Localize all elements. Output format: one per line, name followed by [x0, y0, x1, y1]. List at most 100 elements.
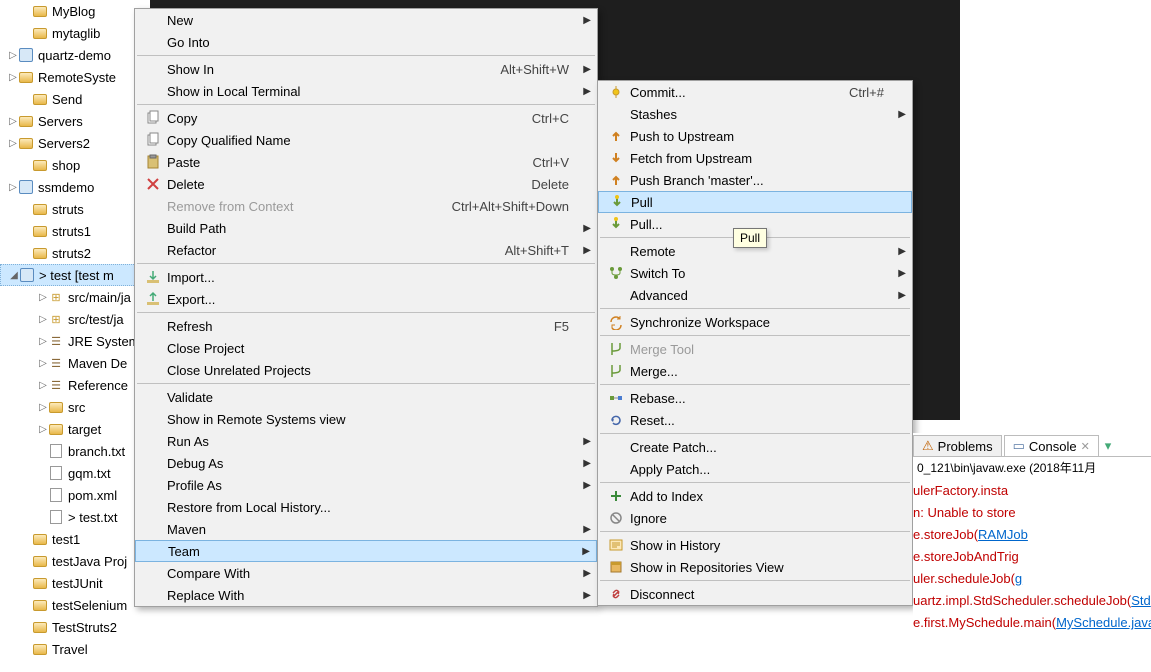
menu-item-show-in-history[interactable]: Show in History [598, 534, 912, 556]
tree-item[interactable]: Travel [0, 638, 140, 660]
tree-item[interactable]: struts1 [0, 220, 140, 242]
console-output[interactable]: ulerFactory.instan: Unable to storee.sto… [913, 478, 1151, 636]
tree-item[interactable]: ▷RemoteSyste [0, 66, 140, 88]
menu-item-push-branch-master[interactable]: Push Branch 'master'... [598, 169, 912, 191]
menu-item-push-to-upstream[interactable]: Push to Upstream [598, 125, 912, 147]
menu-item-maven[interactable]: Maven▶ [135, 518, 597, 540]
menu-separator [137, 383, 595, 384]
context-menu-main[interactable]: New▶Go Into Show InAlt+Shift+W▶Show in Lo… [134, 8, 598, 607]
tree-item[interactable]: test1 [0, 528, 140, 550]
context-submenu-team[interactable]: Commit...Ctrl+#Stashes▶Push to UpstreamF… [597, 80, 913, 606]
expand-arrow-icon[interactable]: ▷ [38, 314, 48, 325]
tree-item[interactable]: shop [0, 154, 140, 176]
expand-arrow-icon[interactable]: ▷ [8, 72, 18, 83]
tree-item[interactable]: ▷target [0, 418, 140, 440]
tree-item[interactable]: testJava Proj [0, 550, 140, 572]
menu-item-debug-as[interactable]: Debug As▶ [135, 452, 597, 474]
tree-item[interactable]: ▷Servers2 [0, 132, 140, 154]
menu-item-ignore[interactable]: Ignore [598, 507, 912, 529]
menu-item-go-into[interactable]: Go Into [135, 31, 597, 53]
tab-problems[interactable]: ⚠ Problems [913, 435, 1002, 456]
tree-item[interactable]: MyBlog [0, 0, 140, 22]
tree-item[interactable]: mytaglib [0, 22, 140, 44]
tree-item[interactable]: ▷src [0, 396, 140, 418]
expand-arrow-icon[interactable]: ▷ [38, 380, 48, 391]
view-menu-icon[interactable]: ▾ [1101, 436, 1116, 456]
menu-item-stashes[interactable]: Stashes▶ [598, 103, 912, 125]
menu-item-synchronize-workspace[interactable]: Synchronize Workspace [598, 311, 912, 333]
menu-item-validate[interactable]: Validate [135, 386, 597, 408]
expand-arrow-icon[interactable]: ▷ [38, 402, 48, 413]
tree-item[interactable]: ▷☰JRE System [0, 330, 140, 352]
menu-item-replace-with[interactable]: Replace With▶ [135, 584, 597, 606]
menu-item-refactor[interactable]: RefactorAlt+Shift+T▶ [135, 239, 597, 261]
tree-item[interactable]: ▷☰Maven De [0, 352, 140, 374]
expand-arrow-icon[interactable]: ▷ [8, 116, 18, 127]
menu-item-show-in-repositories-view[interactable]: Show in Repositories View [598, 556, 912, 578]
tree-item[interactable]: struts2 [0, 242, 140, 264]
menu-item-profile-as[interactable]: Profile As▶ [135, 474, 597, 496]
close-icon[interactable]: ✕ [1081, 440, 1090, 453]
tree-item[interactable]: branch.txt [0, 440, 140, 462]
menu-item-import[interactable]: Import... [135, 266, 597, 288]
merge-icon [602, 363, 630, 379]
menu-item-pull[interactable]: Pull [598, 191, 912, 213]
project-explorer[interactable]: MyBlogmytaglib▷quartz-demo▷RemoteSysteSe… [0, 0, 140, 660]
menu-item-rebase[interactable]: Rebase... [598, 387, 912, 409]
menu-item-label: Remove from Context [167, 199, 452, 214]
menu-item-label: Paste [167, 155, 533, 170]
menu-item-switch-to[interactable]: Switch To▶ [598, 262, 912, 284]
menu-item-delete[interactable]: DeleteDelete [135, 173, 597, 195]
tree-item[interactable]: gqm.txt [0, 462, 140, 484]
tree-item[interactable]: testSelenium [0, 594, 140, 616]
menu-item-copy[interactable]: CopyCtrl+C [135, 107, 597, 129]
menu-item-add-to-index[interactable]: Add to Index [598, 485, 912, 507]
tree-item[interactable]: TestStruts2 [0, 616, 140, 638]
menu-item-close-project[interactable]: Close Project [135, 337, 597, 359]
expand-arrow-icon[interactable]: ▷ [8, 138, 18, 149]
menu-item-copy-qualified-name[interactable]: Copy Qualified Name [135, 129, 597, 151]
menu-item-paste[interactable]: PasteCtrl+V [135, 151, 597, 173]
tree-item[interactable]: struts [0, 198, 140, 220]
menu-item-reset[interactable]: Reset... [598, 409, 912, 431]
menu-item-refresh[interactable]: RefreshF5 [135, 315, 597, 337]
bottom-tabs[interactable]: ⚠ Problems ▭ Console ✕ ▾ [913, 433, 1151, 457]
tree-item[interactable]: Send [0, 88, 140, 110]
tree-item[interactable]: ▷Servers [0, 110, 140, 132]
menu-item-team[interactable]: Team▶ [135, 540, 597, 562]
menu-item-compare-with[interactable]: Compare With▶ [135, 562, 597, 584]
tree-item[interactable]: ▷⊞src/test/ja [0, 308, 140, 330]
menu-item-disconnect[interactable]: Disconnect [598, 583, 912, 605]
tree-item[interactable]: ◢> test [test m [0, 264, 140, 286]
expand-arrow-icon[interactable]: ▷ [8, 182, 18, 193]
expand-arrow-icon[interactable]: ▷ [8, 50, 18, 61]
menu-item-advanced[interactable]: Advanced▶ [598, 284, 912, 306]
expand-arrow-icon[interactable]: ▷ [38, 292, 48, 303]
expand-arrow-icon[interactable]: ▷ [38, 424, 48, 435]
tree-item[interactable]: ▷ssmdemo [0, 176, 140, 198]
tree-item[interactable]: ▷☰Reference [0, 374, 140, 396]
menu-item-commit[interactable]: Commit...Ctrl+# [598, 81, 912, 103]
menu-item-close-unrelated-projects[interactable]: Close Unrelated Projects [135, 359, 597, 381]
menu-item-merge[interactable]: Merge... [598, 360, 912, 382]
menu-item-build-path[interactable]: Build Path▶ [135, 217, 597, 239]
menu-item-show-in[interactable]: Show InAlt+Shift+W▶ [135, 58, 597, 80]
tab-console[interactable]: ▭ Console ✕ [1004, 435, 1099, 456]
tree-item[interactable]: ▷⊞src/main/ja [0, 286, 140, 308]
menu-item-new[interactable]: New▶ [135, 9, 597, 31]
expand-arrow-icon[interactable]: ▷ [38, 358, 48, 369]
menu-item-show-in-local-terminal[interactable]: Show in Local Terminal▶ [135, 80, 597, 102]
menu-item-show-in-remote-systems-view[interactable]: Show in Remote Systems view [135, 408, 597, 430]
menu-item-restore-from-local-history[interactable]: Restore from Local History... [135, 496, 597, 518]
menu-item-create-patch[interactable]: Create Patch... [598, 436, 912, 458]
menu-item-apply-patch[interactable]: Apply Patch... [598, 458, 912, 480]
expand-arrow-icon[interactable]: ▷ [38, 336, 48, 347]
menu-item-export[interactable]: Export... [135, 288, 597, 310]
menu-item-run-as[interactable]: Run As▶ [135, 430, 597, 452]
tree-item[interactable]: ▷quartz-demo [0, 44, 140, 66]
tree-item[interactable]: > test.txt [0, 506, 140, 528]
menu-item-fetch-from-upstream[interactable]: Fetch from Upstream [598, 147, 912, 169]
tree-item[interactable]: pom.xml [0, 484, 140, 506]
expand-arrow-icon[interactable]: ◢ [9, 270, 19, 281]
tree-item[interactable]: testJUnit [0, 572, 140, 594]
